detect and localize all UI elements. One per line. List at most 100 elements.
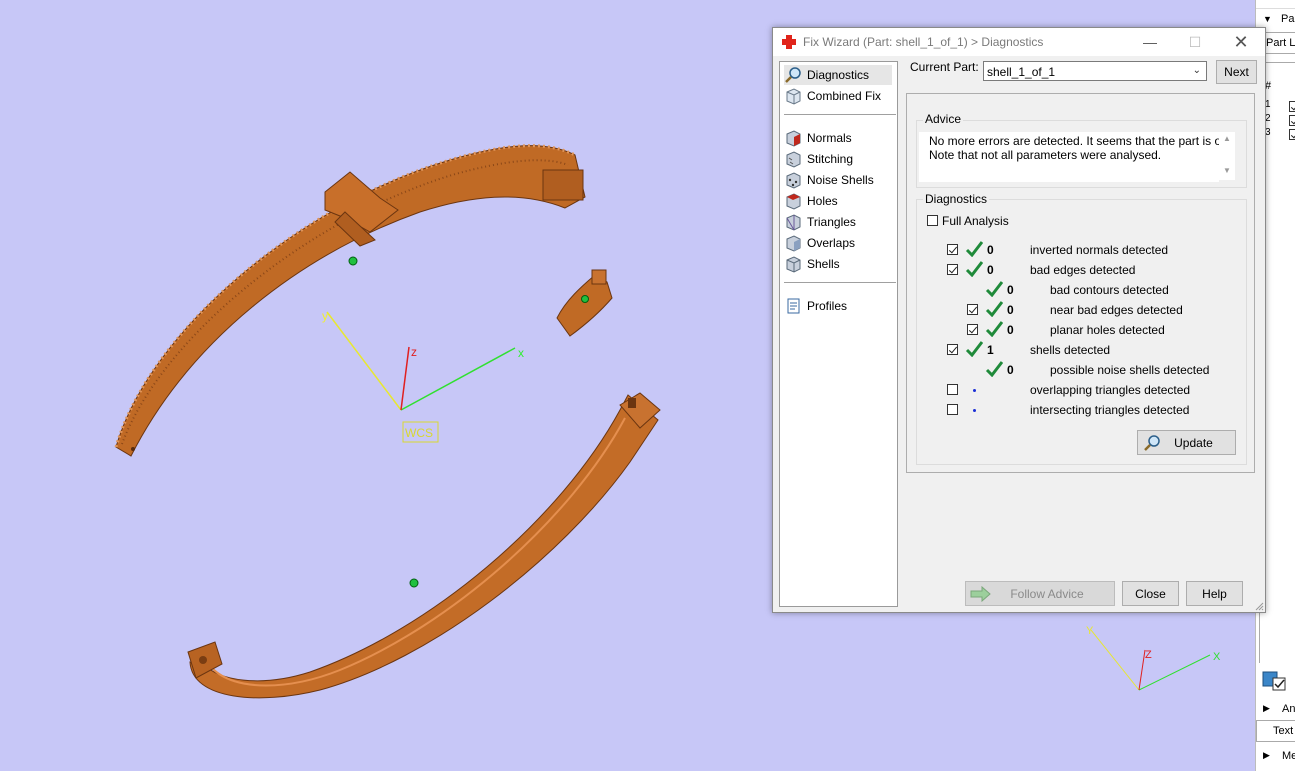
nav-separator	[784, 282, 896, 283]
nav-item-profiles[interactable]: Profiles	[784, 296, 892, 316]
dialog-titlebar[interactable]: Fix Wizard (Part: shell_1_of_1) > Diagno…	[773, 28, 1265, 56]
nav-item-normals[interactable]: Normals	[784, 128, 892, 148]
panel-header-label: Pa	[1281, 13, 1295, 25]
shells-label: shells detected	[1030, 343, 1111, 357]
nav-label-shells: Shells	[807, 257, 840, 271]
nav-item-combined-fix[interactable]: Combined Fix	[784, 86, 892, 106]
nav-item-stitching[interactable]: Stitching	[784, 149, 892, 169]
close-window-button[interactable]: ✕	[1219, 28, 1263, 56]
inverted-normals-label: inverted normals detected	[1030, 243, 1169, 257]
nav-item-noise-shells[interactable]: Noise Shells	[784, 170, 892, 190]
nav-item-shells[interactable]: Shells	[784, 254, 892, 274]
advice-heading: Advice	[923, 112, 964, 126]
nav-label-noise-shells: Noise Shells	[807, 173, 874, 187]
advice-line-1: No more errors are detected. It seems th…	[929, 134, 1231, 148]
current-part-value: shell_1_of_1	[987, 65, 1056, 79]
mini-axis-x-label: X	[1213, 651, 1221, 663]
nav-label-profiles: Profiles	[807, 299, 848, 313]
intersecting-triangles-checkbox[interactable]	[947, 404, 958, 415]
inverted-normals-checkbox[interactable]	[947, 244, 958, 255]
diagnostics-heading: Diagnostics	[923, 192, 990, 206]
mini-axis-y-label: Y	[1086, 625, 1094, 637]
green-check-icon	[985, 321, 1003, 337]
cube-icon	[786, 88, 801, 105]
nav-separator	[784, 114, 896, 115]
green-check-icon	[985, 361, 1003, 377]
bad-contours-label: bad contours detected	[1050, 283, 1169, 297]
resize-grip-icon[interactable]	[1254, 601, 1264, 611]
nav-item-holes[interactable]: Holes	[784, 191, 892, 211]
follow-advice-button[interactable]: Follow Advice	[965, 581, 1115, 606]
planar-holes-checkbox[interactable]	[967, 324, 978, 335]
maximize-button[interactable]: ☐	[1173, 28, 1217, 56]
update-button[interactable]: Update	[1137, 430, 1236, 455]
nav-label-normals: Normals	[807, 131, 852, 145]
inverted-normals-count: 0	[987, 243, 994, 257]
expand-triangle-icon[interactable]: ▼	[1263, 14, 1272, 24]
near-bad-edges-count: 0	[1007, 303, 1014, 317]
shells-checkbox[interactable]	[947, 344, 958, 355]
mini-axis-z-label: Z	[1145, 649, 1152, 661]
advice-scrollbar[interactable]: ▲ ▼	[1219, 132, 1235, 180]
next-button[interactable]: Next	[1216, 60, 1257, 84]
shells-count: 1	[987, 343, 994, 357]
shells-cube-icon	[786, 256, 801, 273]
follow-advice-label: Follow Advice	[1010, 586, 1084, 601]
nav-label-triangles: Triangles	[807, 215, 856, 229]
triangles-cube-icon	[786, 214, 801, 231]
minimize-button[interactable]: —	[1128, 28, 1172, 56]
planar-holes-label: planar holes detected	[1050, 323, 1165, 337]
nav-item-diagnostics[interactable]: Diagnostics	[784, 65, 892, 85]
green-check-icon	[985, 301, 1003, 317]
overlapping-triangles-checkbox[interactable]	[947, 384, 958, 395]
current-part-label: Current Part:	[910, 60, 979, 74]
near-bad-edges-checkbox[interactable]	[967, 304, 978, 315]
minimize-icon: —	[1143, 34, 1157, 50]
current-part-select[interactable]: shell_1_of_1 ⌄	[983, 61, 1207, 81]
overlapping-triangles-label: overlapping triangles detected	[1030, 383, 1191, 397]
noise-shells-count: 0	[1007, 363, 1014, 377]
nav-label-holes: Holes	[807, 194, 838, 208]
an-section-label: An	[1282, 703, 1295, 715]
green-check-icon	[985, 281, 1003, 297]
holes-cube-icon	[786, 193, 801, 210]
wcs-label: WCS	[405, 426, 433, 440]
nav-item-triangles[interactable]: Triangles	[784, 212, 892, 232]
green-check-icon	[965, 341, 983, 357]
fix-wizard-dialog: Fix Wizard (Part: shell_1_of_1) > Diagno…	[772, 27, 1266, 613]
nav-item-overlaps[interactable]: Overlaps	[784, 233, 892, 253]
scroll-up-icon[interactable]: ▲	[1223, 134, 1231, 143]
close-button-label: Close	[1135, 586, 1166, 601]
nav-label-combined-fix: Combined Fix	[807, 89, 882, 103]
overlaps-cube-icon	[786, 235, 801, 252]
close-icon: ✕	[1233, 31, 1249, 52]
advice-text-box: No more errors are detected. It seems th…	[919, 132, 1230, 182]
scroll-down-icon[interactable]: ▼	[1223, 166, 1231, 175]
axis-x-label: x	[518, 346, 524, 360]
part-list-label: Part L	[1266, 37, 1295, 49]
wizard-nav-list: Diagnostics Combined Fix Normals Stitchi…	[779, 61, 898, 607]
magnifier-icon	[785, 67, 801, 83]
bad-contours-count: 0	[1007, 283, 1014, 297]
text-tab-label[interactable]: Text	[1273, 725, 1293, 737]
nav-label-overlaps: Overlaps	[807, 236, 856, 250]
full-analysis-checkbox[interactable]	[927, 215, 938, 226]
dialog-title: Fix Wizard (Part: shell_1_of_1) > Diagno…	[803, 35, 1044, 49]
chevron-down-icon: ⌄	[1192, 65, 1201, 76]
parts-cube-icon[interactable]	[1261, 666, 1287, 692]
green-check-icon	[965, 241, 983, 257]
arrow-right-icon	[970, 586, 991, 602]
bad-edges-checkbox[interactable]	[947, 264, 958, 275]
help-button[interactable]: Help	[1186, 581, 1243, 606]
noise-shells-icon	[786, 172, 801, 189]
expand-an-icon[interactable]: ▶	[1263, 703, 1270, 714]
planar-holes-count: 0	[1007, 323, 1014, 337]
pending-dot-icon	[973, 389, 976, 392]
close-button[interactable]: Close	[1122, 581, 1179, 606]
expand-me-icon[interactable]: ▶	[1263, 750, 1270, 761]
bad-edges-count: 0	[987, 263, 994, 277]
axis-z-label: z	[411, 345, 417, 359]
red-cross-icon	[782, 35, 796, 49]
intersecting-triangles-label: intersecting triangles detected	[1030, 403, 1190, 417]
maximize-icon: ☐	[1188, 33, 1202, 50]
